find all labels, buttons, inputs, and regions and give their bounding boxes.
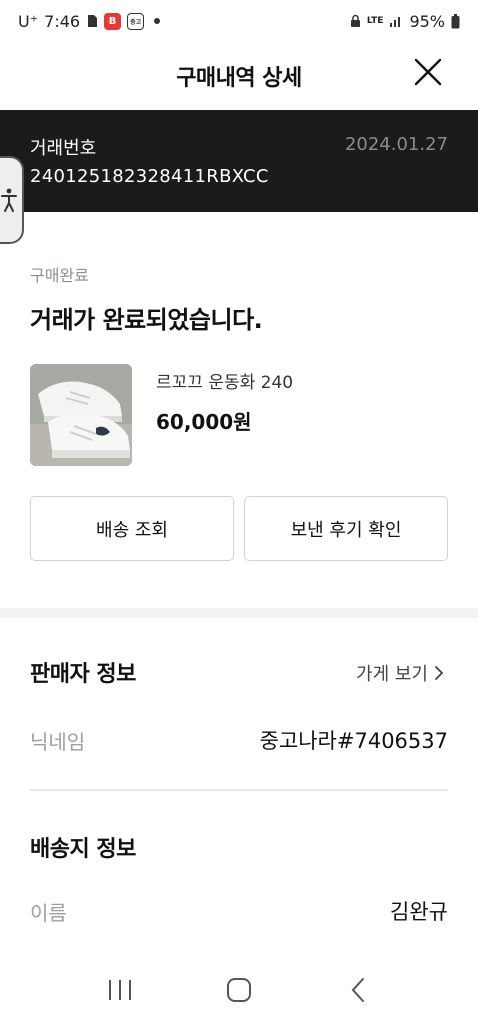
- page-title: 구매내역 상세: [176, 66, 302, 91]
- product-price: 60,000원: [156, 410, 252, 434]
- transaction-date: 2024.01.27: [344, 134, 448, 155]
- back-icon: [351, 978, 365, 1002]
- more-notifications-icon: [154, 18, 161, 24]
- shipping-info-title: 배송지 정보: [30, 837, 136, 862]
- recent-apps-button[interactable]: [96, 966, 144, 1014]
- product-name: 르꼬끄 운동화 240: [156, 373, 294, 393]
- view-store-link[interactable]: 가게 보기: [356, 660, 444, 686]
- product-item[interactable]: 르꼬끄 운동화 240 60,000원: [30, 364, 448, 466]
- transaction-number: 240125182328411RBXCC: [30, 166, 269, 187]
- clock: 7:46: [44, 11, 81, 31]
- signal-icon: [389, 15, 403, 27]
- recent-apps-icon: [108, 980, 131, 1000]
- recipient-name-value: 김완규: [390, 900, 448, 924]
- order-status: 구매완료 거래가 완료되었습니다.: [30, 262, 448, 335]
- battery-percent: 95%: [409, 11, 445, 31]
- track-delivery-button[interactable]: 배송 조회: [30, 496, 234, 561]
- order-status-message: 거래가 완료되었습니다.: [30, 306, 263, 334]
- battery-icon: [451, 13, 460, 29]
- nickname-label: 닉네임: [30, 730, 86, 754]
- view-store-label: 가게 보기: [356, 664, 428, 685]
- system-nav-bar: [0, 956, 478, 1024]
- back-button[interactable]: [334, 966, 382, 1014]
- app-notification-icon: B: [104, 12, 122, 30]
- chevron-right-icon: [435, 666, 444, 680]
- sim-icon: [86, 14, 98, 28]
- nickname-value: 중고나라#7406537: [259, 729, 448, 753]
- divider: [30, 789, 448, 791]
- close-button[interactable]: [408, 52, 448, 92]
- page-header: 구매내역 상세: [0, 42, 478, 110]
- home-icon: [226, 978, 251, 1002]
- status-bar: U⁺ 7:46 B 중고 LTE 95%: [0, 0, 478, 42]
- transaction-banner: 거래번호 240125182328411RBXCC 2024.01.27: [0, 110, 478, 212]
- recipient-name-label: 이름: [30, 901, 67, 925]
- status-right: LTE 95%: [350, 12, 460, 31]
- status-left: U⁺ 7:46 B 중고: [18, 11, 161, 31]
- accessibility-icon: [1, 188, 17, 212]
- lock-icon: [350, 14, 361, 28]
- joonggonara-notification-icon: 중고: [127, 12, 145, 30]
- product-image: [30, 364, 132, 466]
- accessibility-button[interactable]: [0, 156, 24, 244]
- network-type: LTE: [366, 16, 384, 26]
- seller-info-title: 판매자 정보: [30, 662, 136, 687]
- order-status-label: 구매완료: [30, 266, 89, 285]
- section-divider: [0, 608, 478, 618]
- home-button[interactable]: [215, 966, 263, 1014]
- view-sent-review-button[interactable]: 보낸 후기 확인: [244, 496, 448, 561]
- carrier-label: U⁺: [18, 11, 39, 31]
- close-icon: [414, 58, 442, 86]
